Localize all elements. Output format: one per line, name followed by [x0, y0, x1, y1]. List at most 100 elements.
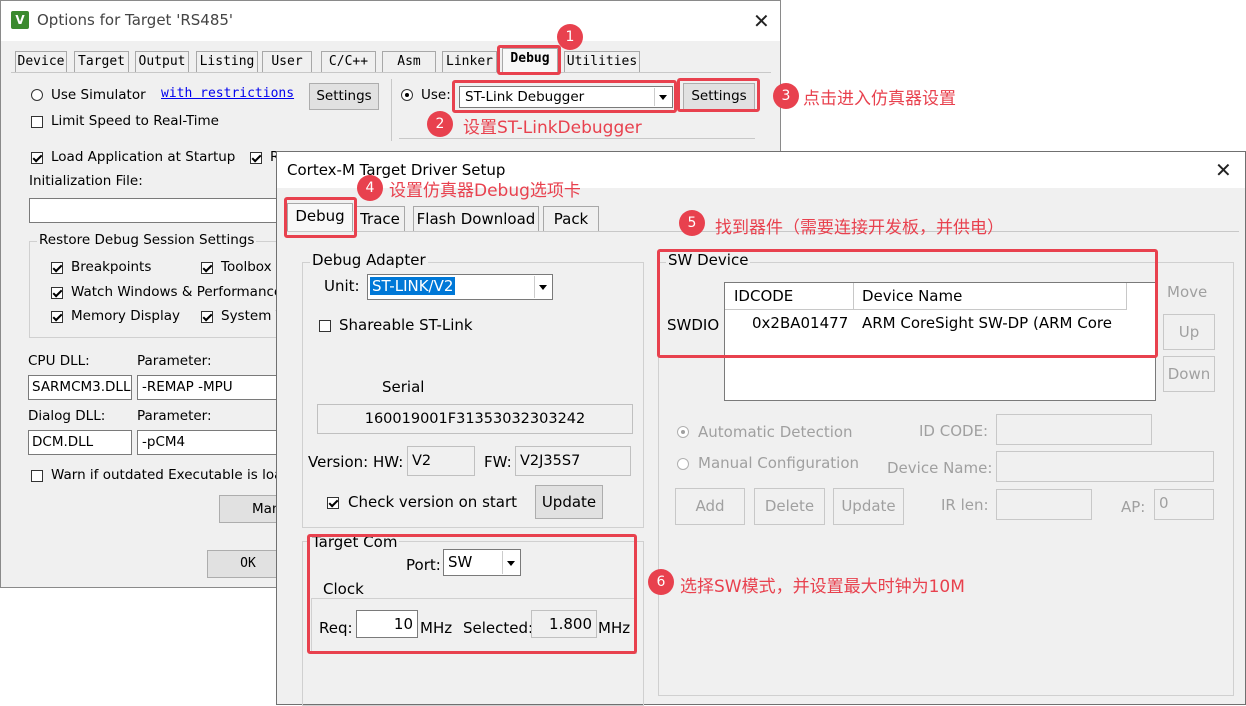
tab-trace[interactable]: Trace	[355, 206, 405, 231]
unit-select-value: ST-LINK/V2	[370, 277, 456, 295]
manual-config-radio[interactable]	[677, 458, 689, 470]
badge-3: 3	[773, 83, 799, 109]
ap-input[interactable]: 0	[1154, 489, 1214, 520]
manual-config-label: Manual Configuration	[698, 454, 860, 472]
device-name-label: Device Name:	[887, 459, 993, 477]
with-restrictions-link[interactable]: with restrictions	[161, 86, 294, 101]
highlight-debug-tab	[497, 45, 561, 75]
tab-flash-download[interactable]: Flash Download	[413, 206, 539, 231]
use-simulator-radio[interactable]	[31, 89, 43, 101]
move-up-button[interactable]: Up	[1163, 314, 1215, 350]
watch-windows-label: Watch Windows & Performance An	[71, 284, 305, 300]
options-close-icon[interactable]: ✕	[753, 11, 770, 31]
add-button[interactable]: Add	[675, 488, 745, 525]
dialog-dll-label: Dialog DLL:	[28, 408, 106, 424]
shareable-checkbox[interactable]	[319, 320, 331, 332]
cpu-param-label: Parameter:	[137, 353, 212, 369]
system-viewer-checkbox[interactable]	[201, 311, 213, 323]
tab-linker[interactable]: Linker	[442, 51, 497, 72]
ir-len-input[interactable]	[996, 489, 1092, 520]
note-3: 点击进入仿真器设置	[803, 89, 956, 109]
run-to-main-checkbox[interactable]	[250, 152, 262, 164]
tab-utilities[interactable]: Utilities	[564, 51, 640, 72]
note-5: 找到器件（需要连接开发板，并供电）	[715, 218, 1004, 238]
check-version-label: Check version on start	[348, 493, 518, 511]
update-device-button[interactable]: Update	[833, 488, 904, 525]
badge-6: 6	[648, 569, 674, 595]
ir-len-label: IR len:	[941, 496, 989, 514]
restore-group-label: Restore Debug Session Settings	[37, 232, 257, 248]
id-code-input[interactable]	[996, 414, 1152, 445]
badge-2: 2	[427, 111, 453, 137]
badge-4: 4	[357, 175, 383, 201]
init-file-label: Initialization File:	[29, 173, 143, 189]
tab-cc[interactable]: C/C++	[321, 51, 376, 72]
dialog-param-input[interactable]: -pCM4	[137, 430, 287, 455]
highlight-debugger-select	[452, 80, 677, 113]
driver-close-icon[interactable]: ✕	[1215, 160, 1232, 180]
shareable-label: Shareable ST-Link	[339, 316, 473, 334]
use-debugger-radio[interactable]	[401, 89, 413, 101]
watch-windows-checkbox[interactable]	[51, 287, 63, 299]
serial-field: 160019001F31353032303242	[317, 404, 633, 434]
highlight-target-com	[307, 534, 637, 654]
tab-user[interactable]: User	[262, 51, 312, 72]
limit-speed-label: Limit Speed to Real-Time	[51, 113, 219, 129]
unit-label: Unit:	[324, 277, 360, 295]
memory-display-label: Memory Display	[71, 308, 180, 324]
limit-speed-checkbox[interactable]	[31, 116, 43, 128]
note-6: 选择SW模式，并设置最大时钟为10M	[680, 577, 965, 597]
tab-asm[interactable]: Asm	[382, 51, 436, 72]
move-down-button[interactable]: Down	[1163, 356, 1215, 392]
cpu-param-input[interactable]: -REMAP -MPU	[137, 375, 287, 400]
cpu-dll-label: CPU DLL:	[28, 353, 90, 369]
chevron-down-icon[interactable]	[534, 276, 551, 298]
debug-adapter-label: Debug Adapter	[310, 251, 428, 269]
toolbox-label: Toolbox	[221, 259, 272, 275]
load-app-label: Load Application at Startup	[51, 149, 236, 165]
dialog-dll-input[interactable]: DCM.DLL	[28, 430, 132, 455]
version-hw-label: Version: HW:	[308, 453, 404, 471]
load-app-checkbox[interactable]	[31, 152, 43, 164]
ap-value: 0	[1159, 494, 1169, 512]
cpu-param-value: -REMAP -MPU	[142, 379, 233, 395]
warn-outdated-label: Warn if outdated Executable is loaded	[51, 467, 308, 483]
highlight-driver-debug-tab	[284, 197, 357, 238]
device-name-input[interactable]	[996, 451, 1214, 482]
id-code-label: ID CODE:	[919, 422, 989, 440]
tab-output[interactable]: Output	[135, 51, 189, 72]
fw-field: V2J35S7	[515, 446, 631, 476]
column-divider	[391, 79, 392, 141]
delete-button[interactable]: Delete	[754, 488, 825, 525]
simulator-settings-button[interactable]: Settings	[309, 83, 379, 110]
tab-listing[interactable]: Listing	[196, 51, 258, 72]
breakpoints-checkbox[interactable]	[51, 262, 63, 274]
auto-detect-radio[interactable]	[677, 426, 689, 438]
auto-detect-label: Automatic Detection	[698, 423, 853, 441]
init-file-input[interactable]	[29, 198, 289, 223]
breakpoints-label: Breakpoints	[71, 259, 152, 275]
check-version-checkbox[interactable]	[327, 497, 339, 509]
right-separator	[399, 138, 755, 139]
tab-pack[interactable]: Pack	[543, 206, 599, 231]
move-label: Move	[1167, 283, 1208, 301]
hw-field: V2	[407, 446, 475, 476]
tab-target[interactable]: Target	[74, 51, 129, 72]
keil-app-icon: V	[11, 11, 29, 29]
cpu-dll-value: SARMCM3.DLL	[32, 379, 131, 395]
badge-5: 5	[679, 210, 705, 236]
unit-select[interactable]: ST-LINK/V2	[367, 274, 553, 300]
use-label: Use:	[421, 87, 451, 103]
toolbox-checkbox[interactable]	[201, 262, 213, 274]
memory-display-checkbox[interactable]	[51, 311, 63, 323]
update-button[interactable]: Update	[535, 485, 603, 519]
serial-label: Serial	[382, 378, 425, 396]
tab-device[interactable]: Device	[15, 51, 67, 72]
cpu-dll-input[interactable]: SARMCM3.DLL	[28, 375, 132, 400]
note-4: 设置仿真器Debug选项卡	[389, 181, 581, 201]
highlight-sw-device	[657, 249, 1158, 358]
options-titlebar: V Options for Target 'RS485' ✕	[1, 1, 780, 41]
warn-outdated-checkbox[interactable]	[31, 470, 43, 482]
use-simulator-label: Use Simulator	[51, 87, 146, 103]
dialog-param-label: Parameter:	[137, 408, 212, 424]
